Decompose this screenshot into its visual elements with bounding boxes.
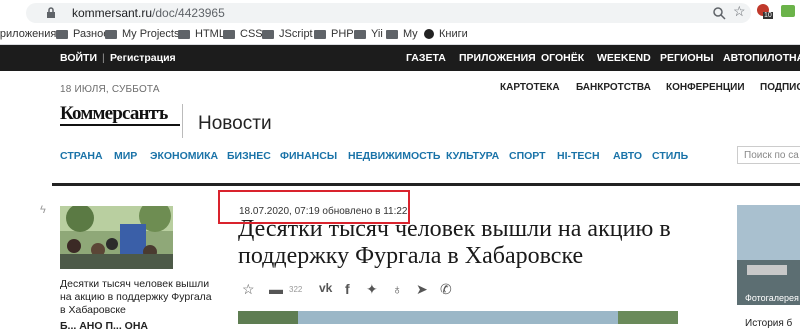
- current-date: 18 ИЮЛЯ, СУББОТА: [60, 84, 160, 95]
- url-text[interactable]: kommersant.ru/doc/4423965: [72, 6, 225, 20]
- rubric-link[interactable]: НЕДВИЖИМОСТЬ: [348, 150, 440, 162]
- top-nav-item[interactable]: ГАЗЕТА: [406, 52, 446, 64]
- lightning-icon: ϟ: [40, 204, 46, 216]
- comment-count: 322: [289, 285, 303, 294]
- zoom-icon[interactable]: [712, 6, 726, 20]
- separator: |: [102, 52, 105, 64]
- gallery-caption: Фотогалерея: [745, 293, 799, 303]
- rubric-link[interactable]: МИР: [114, 150, 137, 162]
- news-item-text[interactable]: Десятки тысяч человек вышли на акцию в п…: [60, 278, 220, 317]
- site-topbar: ВОЙТИ | Регистрация ГАЗЕТА ПРИЛОЖЕНИЯ ОГ…: [0, 45, 800, 71]
- header-divider: [52, 183, 800, 186]
- bookmark-folder[interactable]: CSS: [223, 28, 263, 40]
- bookmark-folder[interactable]: JScript: [262, 28, 313, 40]
- header-link[interactable]: ПОДПИС: [760, 82, 800, 93]
- bookmark-folder[interactable]: My: [386, 28, 418, 40]
- rubric-link[interactable]: СТИЛЬ: [652, 150, 688, 162]
- bookmark-folder[interactable]: My Projects: [105, 28, 179, 40]
- register-link[interactable]: Регистрация: [110, 52, 176, 64]
- news-item-text[interactable]: Б... АНО П... ОНА: [60, 320, 148, 332]
- rubric-link[interactable]: ФИНАНСЫ: [280, 150, 337, 162]
- github-icon: [424, 29, 434, 39]
- rubric-link[interactable]: АВТО: [613, 150, 642, 162]
- bookmark-github[interactable]: Книги: [424, 28, 468, 40]
- folder-icon: [262, 29, 274, 39]
- favorite-icon[interactable]: ☆: [242, 281, 255, 298]
- logo-underline: [60, 124, 180, 126]
- bookmark-folder[interactable]: PHP: [314, 28, 354, 40]
- article-headline: Десятки тысяч человек вышли на акцию в п…: [238, 216, 671, 269]
- extension-badge: 10: [763, 12, 773, 19]
- search-input[interactable]: Поиск по са: [737, 146, 800, 164]
- bookmark-folder[interactable]: Разное: [56, 28, 109, 40]
- whatsapp-icon[interactable]: ✆: [440, 281, 452, 298]
- header-link[interactable]: КАРТОТЕКА: [500, 82, 560, 93]
- site-logo[interactable]: Коммерсантъ: [60, 103, 168, 125]
- top-nav-item[interactable]: АВТОПИЛОТ: [723, 52, 789, 64]
- folder-icon: [56, 29, 68, 39]
- rubric-link[interactable]: ЭКОНОМИКА: [150, 150, 218, 162]
- top-nav-item[interactable]: WEEKEND: [597, 52, 651, 64]
- twitter-icon[interactable]: ✦: [366, 281, 378, 298]
- top-nav-item[interactable]: РЕГИОНЫ: [660, 52, 714, 64]
- bookmark-star-icon[interactable]: ☆: [733, 3, 746, 20]
- vk-icon[interactable]: vk: [319, 281, 332, 295]
- section-title: Новости: [198, 113, 272, 134]
- login-link[interactable]: ВОЙТИ: [60, 52, 97, 64]
- highlight-box: [218, 190, 410, 224]
- header-link[interactable]: КОНФЕРЕНЦИИ: [666, 82, 745, 93]
- comment-icon[interactable]: ▬: [269, 281, 283, 297]
- rubric-link[interactable]: СТРАНА: [60, 150, 103, 162]
- top-nav-item[interactable]: ПРИЛОЖЕНИЯ: [459, 52, 536, 64]
- divider: [182, 104, 183, 138]
- extension-icon-2[interactable]: [781, 5, 795, 17]
- lock-icon: [47, 7, 55, 18]
- folder-icon: [386, 29, 398, 39]
- folder-icon: [105, 29, 117, 39]
- bookmark-folder[interactable]: HTML: [178, 28, 225, 40]
- bookmark-folder[interactable]: Yii: [354, 28, 383, 40]
- facebook-icon[interactable]: f: [345, 281, 350, 297]
- bookmark-apps[interactable]: Приложения: [0, 28, 56, 40]
- header-link[interactable]: БАНКРОТСТВА: [576, 82, 651, 93]
- rubric-link[interactable]: БИЗНЕС: [227, 150, 271, 162]
- telegram-icon[interactable]: ➤: [416, 281, 428, 298]
- news-thumbnail[interactable]: [60, 206, 173, 269]
- top-nav-item[interactable]: ОГОНЁК: [541, 52, 584, 64]
- folder-icon: [178, 29, 190, 39]
- folder-icon: [354, 29, 366, 39]
- odnoklassniki-icon[interactable]: ♁: [392, 281, 403, 297]
- folder-icon: [314, 29, 326, 39]
- rubric-link[interactable]: HI-TECH: [557, 150, 600, 162]
- bookmarks-bar: Приложения Разное My Projects HTML CSS J…: [0, 26, 800, 45]
- article-photo: [238, 311, 678, 324]
- top-nav-item[interactable]: НАУ: [789, 52, 800, 64]
- folder-icon: [223, 29, 235, 39]
- gallery-photo[interactable]: [737, 205, 800, 305]
- rubric-link[interactable]: КУЛЬТУРА: [446, 150, 499, 162]
- rubric-link[interactable]: СПОРТ: [509, 150, 546, 162]
